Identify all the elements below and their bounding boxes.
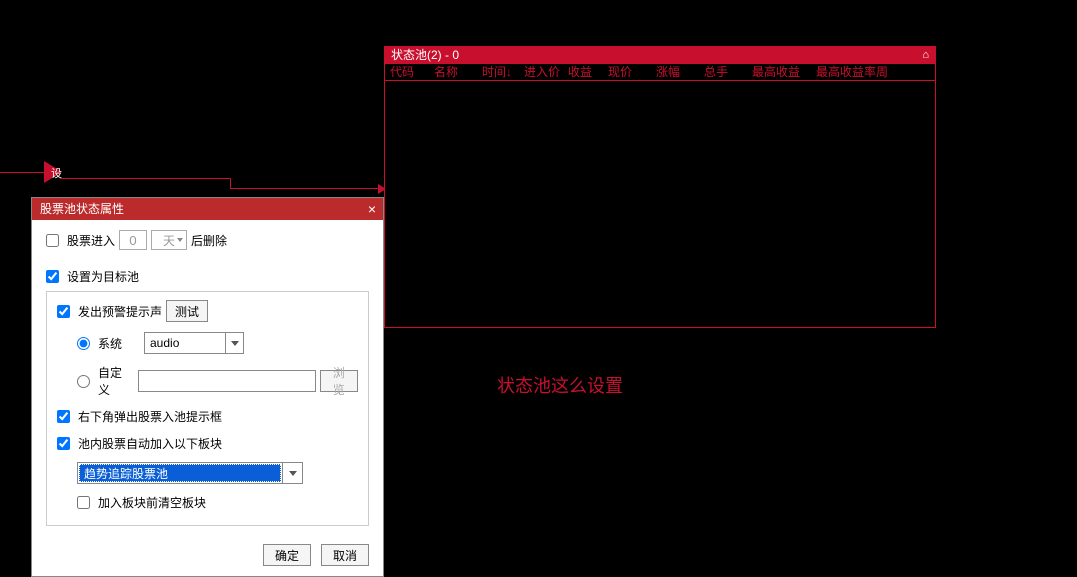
col-max-profit-rate[interactable]: 最高收益率周	[811, 64, 893, 80]
connector-line	[60, 178, 230, 179]
system-audio-radio[interactable]	[77, 337, 90, 350]
delete-days-input[interactable]	[119, 230, 147, 250]
alert-sound-label: 发出预警提示声	[78, 303, 162, 320]
custom-audio-radio[interactable]	[77, 375, 90, 388]
dialog-title: 股票池状态属性	[40, 198, 124, 220]
alert-group: 发出预警提示声 测试 系统 audio 自定义 浏览 右下角弹出股票入池提示框	[46, 291, 369, 526]
col-max-profit[interactable]: 最高收益	[747, 64, 811, 80]
col-code[interactable]: 代码	[385, 64, 429, 80]
target-pool-label: 设置为目标池	[67, 268, 139, 285]
col-price[interactable]: 现价	[603, 64, 651, 80]
target-pool-checkbox[interactable]	[46, 270, 59, 283]
state-pool-columns: 代码 名称 时间↓ 进入价 收益 现价 涨幅 总手 最高收益 最高收益率周	[385, 64, 935, 81]
chevron-down-icon	[225, 333, 243, 353]
delete-after-checkbox[interactable]	[46, 234, 59, 247]
delete-after-suffix: 后删除	[191, 232, 227, 249]
custom-audio-path-input[interactable]	[138, 370, 316, 392]
clear-plate-label: 加入板块前清空板块	[98, 494, 206, 511]
connector-line	[0, 172, 48, 173]
popup-notify-checkbox[interactable]	[57, 410, 70, 423]
auto-add-plate-label: 池内股票自动加入以下板块	[78, 435, 222, 452]
alert-sound-checkbox[interactable]	[57, 305, 70, 318]
delete-unit-select[interactable]: 天	[151, 230, 187, 250]
connector-line	[230, 188, 384, 189]
home-icon[interactable]: ⌂	[922, 47, 929, 64]
ok-button[interactable]: 确定	[263, 544, 311, 566]
pool-state-properties-dialog: 股票池状态属性 × 股票进入 天 后删除 设置为目标池 发出预警提示声 测试 系…	[31, 197, 384, 577]
audio-select[interactable]: audio	[144, 332, 244, 354]
col-time[interactable]: 时间↓	[477, 64, 519, 80]
custom-audio-label: 自定义	[98, 364, 134, 398]
clear-plate-checkbox[interactable]	[77, 496, 90, 509]
popup-notify-label: 右下角弹出股票入池提示框	[78, 408, 222, 425]
col-profit[interactable]: 收益	[563, 64, 603, 80]
col-change[interactable]: 涨幅	[651, 64, 699, 80]
close-icon[interactable]: ×	[361, 198, 383, 220]
system-audio-label: 系统	[98, 335, 140, 352]
state-pool-title: 状态池(2) - 0	[391, 47, 459, 64]
chevron-down-icon	[282, 463, 302, 483]
state-pool-header: 状态池(2) - 0 ⌂	[385, 47, 935, 64]
delete-after-label: 股票进入	[67, 232, 115, 249]
connector-line	[230, 178, 231, 188]
dialog-titlebar: 股票池状态属性 ×	[32, 198, 383, 220]
annotation-text: 状态池这么设置	[497, 372, 623, 398]
state-pool-panel: 状态池(2) - 0 ⌂ 代码 名称 时间↓ 进入价 收益 现价 涨幅 总手 最…	[384, 46, 936, 328]
col-enter-price[interactable]: 进入价	[519, 64, 563, 80]
test-sound-button[interactable]: 测试	[166, 300, 208, 322]
plate-select[interactable]: 趋势追踪股票池	[77, 462, 303, 484]
auto-add-plate-checkbox[interactable]	[57, 437, 70, 450]
cancel-button[interactable]: 取消	[321, 544, 369, 566]
col-volume[interactable]: 总手	[699, 64, 747, 80]
browse-button[interactable]: 浏览	[320, 370, 358, 392]
col-name[interactable]: 名称	[429, 64, 477, 80]
